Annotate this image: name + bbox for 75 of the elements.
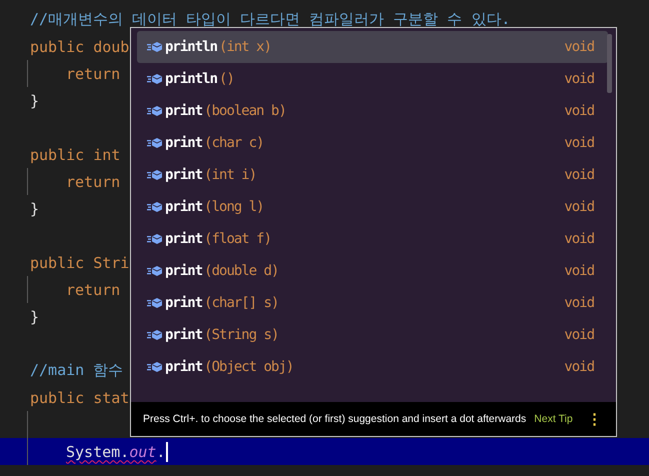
method-params: (boolean b) — [204, 103, 286, 119]
method-icon — [147, 73, 163, 85]
return-type: void — [564, 103, 594, 119]
return-type: void — [564, 135, 594, 151]
code-text: public stat — [30, 388, 130, 406]
method-params: (String s) — [204, 327, 278, 343]
method-params: (float f) — [204, 231, 272, 247]
code-text: . — [156, 442, 166, 460]
code-text: public int — [30, 146, 120, 164]
suggestion-item[interactable]: print(long l) void — [137, 191, 608, 223]
method-params: (int i) — [204, 167, 256, 183]
method-icon — [147, 265, 163, 277]
more-menu-button[interactable]: ⋮ — [587, 410, 602, 428]
method-icon — [147, 297, 163, 309]
method-name: print — [165, 295, 202, 311]
method-name: print — [165, 199, 202, 215]
method-name: print — [165, 167, 202, 183]
tip-text: Press Ctrl+. to choose the selected (or first) suggestion and insert a dot afterwards — [143, 413, 526, 425]
method-name: print — [165, 231, 202, 247]
next-tip-link[interactable]: Next Tip — [534, 413, 573, 425]
method-name: print — [165, 327, 202, 343]
return-type: void — [564, 39, 594, 55]
method-icon — [147, 201, 163, 213]
method-name: print — [165, 103, 202, 119]
method-params: (Object obj) — [204, 359, 294, 375]
suggestion-item[interactable]: print(boolean b) void — [137, 95, 608, 127]
code-text: } — [30, 92, 40, 110]
return-type: void — [564, 231, 594, 247]
method-params: (int x) — [219, 39, 272, 55]
suggestion-item[interactable]: print(double d) void — [137, 255, 608, 287]
code-text: return — [66, 64, 120, 82]
code-text: return — [66, 280, 120, 298]
code-comment: //매개변수의 데이터 타입이 다르다면 컴파일러가 구분할 수 있다. — [30, 10, 510, 29]
code-text: public doub — [30, 38, 130, 56]
method-params: (double d) — [204, 263, 278, 279]
code-text: public Stri — [30, 254, 130, 272]
method-icon — [147, 329, 163, 341]
suggestion-item[interactable]: print(Object obj) void — [137, 351, 608, 383]
code-text: return — [66, 172, 120, 190]
suggestion-item[interactable]: print(char c) void — [137, 127, 608, 159]
return-type: void — [564, 167, 594, 183]
method-params: () — [219, 71, 234, 87]
method-name: print — [165, 359, 202, 375]
return-type: void — [564, 263, 594, 279]
code-text: } — [30, 200, 40, 218]
scrollbar-thumb[interactable] — [607, 34, 612, 93]
return-type: void — [564, 295, 594, 311]
method-name: println — [165, 71, 218, 87]
method-icon — [147, 105, 163, 117]
suggestion-item[interactable]: print(float f) void — [137, 223, 608, 255]
method-icon — [147, 169, 163, 181]
return-type: void — [564, 71, 594, 87]
method-name: print — [165, 135, 202, 151]
suggestion-item[interactable]: print(char[] s) void — [137, 287, 608, 319]
code-text: } — [30, 308, 40, 326]
return-type: void — [564, 359, 594, 375]
suggestion-item[interactable]: print(String s) void — [137, 319, 608, 351]
code-text: out — [129, 442, 156, 460]
suggestion-item[interactable]: println() void — [137, 63, 608, 95]
code-text: System. — [66, 442, 130, 460]
suggestion-item[interactable]: println(int x) void — [137, 31, 608, 63]
method-icon — [147, 233, 163, 245]
code-comment: //main 함수 — [30, 361, 124, 380]
return-type: void — [564, 199, 594, 215]
return-type: void — [564, 327, 594, 343]
method-name: print — [165, 263, 202, 279]
method-params: (long l) — [204, 199, 264, 215]
method-icon — [147, 137, 163, 149]
method-icon — [147, 361, 163, 373]
method-params: (char c) — [204, 135, 264, 151]
text-cursor — [166, 442, 168, 462]
method-name: println — [165, 39, 218, 55]
method-params: (char[] s) — [204, 295, 278, 311]
method-icon — [147, 41, 163, 53]
suggestion-item[interactable]: print(int i) void — [137, 159, 608, 191]
